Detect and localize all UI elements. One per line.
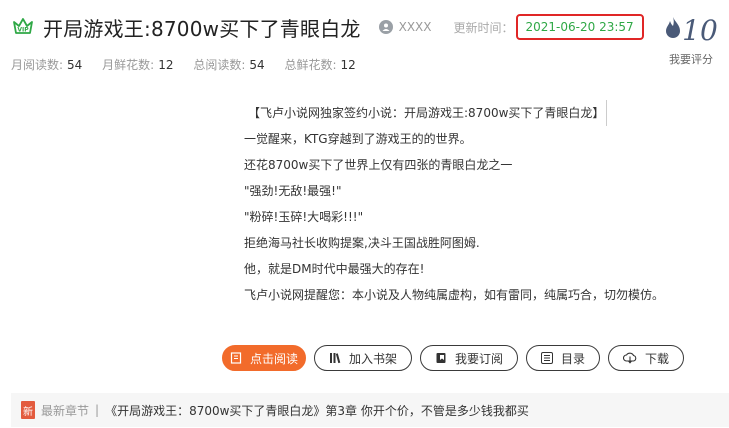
list-icon — [541, 352, 554, 364]
monthly-flowers-label: 月鲜花数: — [102, 58, 155, 72]
book-icon — [230, 352, 242, 364]
read-button[interactable]: 点击阅读 — [222, 345, 306, 371]
download-button[interactable]: 下载 — [608, 345, 685, 371]
title-row: VIP 开局游戏王:8700w买下了青眼白龙 XXXX 更新时间： 2021-0… — [11, 12, 644, 42]
add-to-shelf-button[interactable]: 加入书架 — [314, 345, 413, 371]
subscribe-label: 我要订阅 — [455, 351, 504, 366]
latest-chapter-label: 最新章节 — [41, 403, 90, 418]
rating-value: 10 — [682, 14, 718, 47]
book-description: 【飞卢小说网独家签约小说：开局游戏王:8700w买下了青眼白龙】 一觉醒来，KT… — [244, 100, 684, 308]
author-name: XXXX — [398, 20, 432, 34]
rating-score: 10 — [661, 14, 721, 47]
desc-line: 拒绝海马社长收购提案,决斗王国战胜阿图姆. — [244, 236, 480, 250]
latest-chapter-bar: 新 最新章节 | 《开局游戏王：8700w买下了青眼白龙》第3章 你开个价，不管… — [11, 393, 729, 427]
catalog-button[interactable]: 目录 — [526, 345, 601, 371]
rate-link[interactable]: 我要评分 — [661, 51, 721, 67]
bookshelf-icon — [329, 352, 341, 364]
desc-line: 他，就是DM时代中最强大的存在! — [244, 262, 425, 276]
desc-line: "强劲!无敌!最强!" — [244, 184, 342, 198]
monthly-reads-label: 月阅读数: — [11, 58, 64, 72]
total-reads-label: 总阅读数: — [193, 58, 246, 72]
subscribe-button[interactable]: 我要订阅 — [420, 345, 519, 371]
read-button-label: 点击阅读 — [249, 351, 298, 366]
add-to-shelf-label: 加入书架 — [349, 351, 398, 366]
monthly-reads-value: 54 — [67, 58, 83, 72]
svg-text:VIP: VIP — [17, 27, 29, 34]
catalog-label: 目录 — [561, 351, 586, 366]
latest-separator: | — [95, 403, 100, 417]
update-time: 2021-06-20 23:57 — [515, 14, 644, 40]
new-tag-icon: 新 — [21, 401, 35, 419]
vip-icon: VIP — [11, 15, 35, 39]
rating-panel: 10 我要评分 — [661, 14, 721, 67]
total-flowers-value: 12 — [340, 58, 356, 72]
latest-chapter-link[interactable]: 《开局游戏王：8700w买下了青眼白龙》第3章 你开个价，不管是多少钱我都买 — [105, 402, 529, 419]
flame-icon — [664, 14, 682, 47]
desc-line: "粉碎!玉碎!大喝彩!!!" — [244, 210, 364, 224]
bookmark-icon — [435, 352, 447, 364]
total-reads-value: 54 — [249, 58, 265, 72]
user-icon — [378, 20, 393, 34]
monthly-flowers-value: 12 — [158, 58, 174, 72]
update-info: 更新时间： 2021-06-20 23:57 — [454, 14, 644, 40]
download-label: 下载 — [645, 351, 670, 366]
action-buttons: 点击阅读 加入书架 我要订阅 目录 下载 — [222, 345, 685, 371]
desc-line: 【飞卢小说网独家签约小说：开局游戏王:8700w买下了青眼白龙】 — [244, 100, 608, 126]
book-title[interactable]: 开局游戏王:8700w买下了青眼白龙 — [43, 13, 361, 42]
update-label: 更新时间： — [453, 20, 514, 35]
cloud-download-icon — [623, 352, 637, 364]
book-stats: 月阅读数: 54 月鲜花数: 12 总阅读数: 54 总鲜花数: 12 — [11, 56, 372, 73]
total-flowers-label: 总鲜花数: — [284, 58, 337, 72]
desc-line: 飞卢小说网提醒您：本小说及人物纯属虚构，如有雷同，纯属巧合，切勿模仿。 — [244, 288, 665, 302]
desc-line: 还花8700w买下了世界上仅有四张的青眼白龙之一 — [244, 158, 513, 172]
author-link[interactable]: XXXX — [378, 20, 432, 34]
desc-line: 一觉醒来，KTG穿越到了游戏王的的世界。 — [244, 132, 472, 146]
